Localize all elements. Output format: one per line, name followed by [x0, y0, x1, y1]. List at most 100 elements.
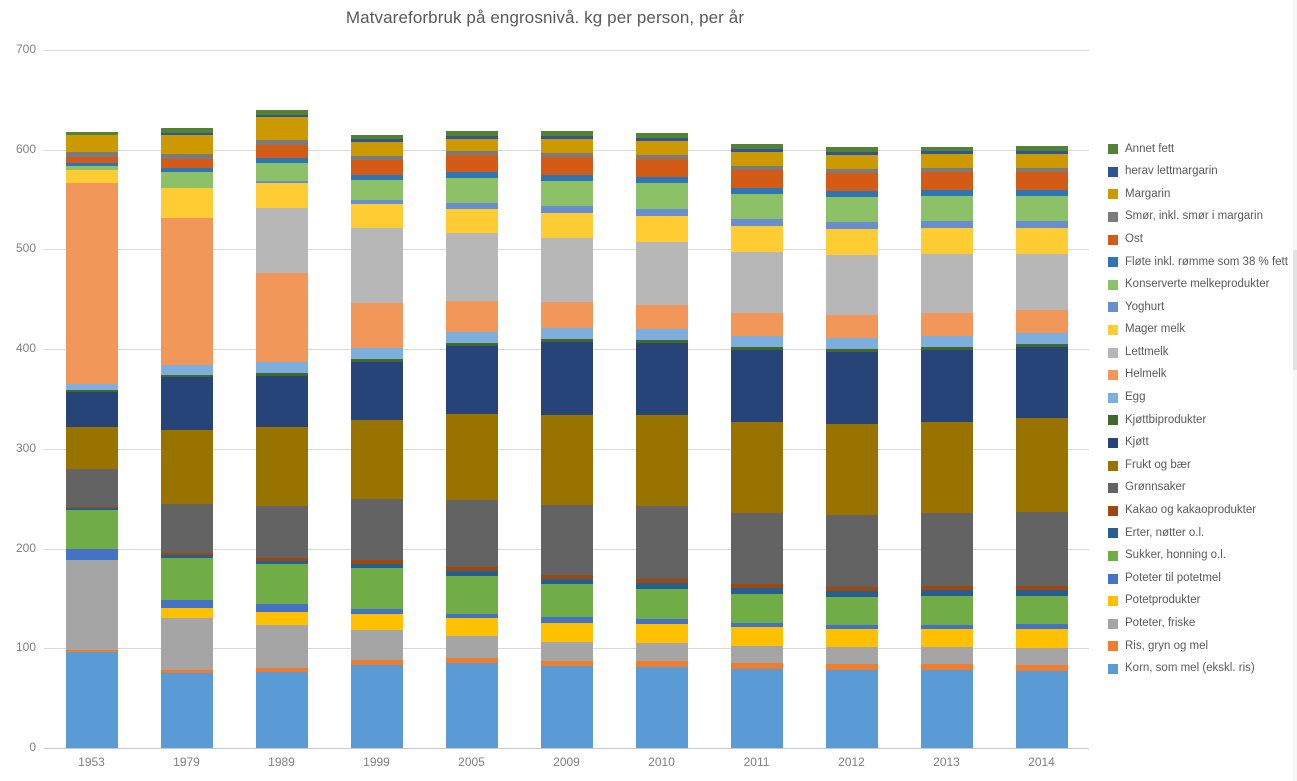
bar-segment[interactable] [920, 422, 973, 513]
bar-segment[interactable] [255, 162, 308, 181]
bar-segment[interactable] [730, 646, 783, 664]
bar-segment[interactable] [255, 207, 308, 274]
stacked-bar[interactable] [1015, 145, 1068, 748]
stacked-bar[interactable] [920, 146, 973, 748]
bar-segment[interactable] [160, 557, 213, 601]
bar-segment[interactable] [445, 346, 498, 415]
bar-segment[interactable] [730, 593, 783, 624]
bar-segment[interactable] [920, 227, 973, 254]
bar-segment[interactable] [65, 182, 118, 385]
bar-segment[interactable] [65, 169, 118, 183]
bar-segment[interactable] [160, 377, 213, 430]
legend-item[interactable]: Mager melk [1108, 319, 1293, 342]
bar-segment[interactable] [350, 348, 403, 360]
bar-segment[interactable] [160, 673, 213, 748]
bar-segment[interactable] [540, 180, 593, 206]
scrollbar-thumb[interactable] [1293, 250, 1297, 370]
bar-segment[interactable] [1015, 629, 1068, 649]
bar-segment[interactable] [540, 302, 593, 329]
bar-segment[interactable] [255, 612, 308, 626]
bar-segment[interactable] [920, 153, 973, 168]
bar-segment[interactable] [1015, 220, 1068, 228]
bar-segment[interactable] [350, 159, 403, 175]
bar-segment[interactable] [730, 169, 783, 188]
bar-segment[interactable] [445, 499, 498, 567]
bar-segment[interactable] [255, 144, 308, 158]
bar-segment[interactable] [825, 172, 878, 191]
bar-segment[interactable] [920, 336, 973, 348]
bar-segment[interactable] [730, 251, 783, 314]
bar-segment[interactable] [160, 171, 213, 188]
bar-segment[interactable] [920, 512, 973, 586]
bar-segment[interactable] [350, 665, 403, 748]
bar-segment[interactable] [540, 156, 593, 175]
bar-segment[interactable] [350, 141, 403, 156]
bar-segment[interactable] [65, 652, 118, 748]
legend-item[interactable]: herav lettmargarin [1108, 161, 1293, 184]
legend-item[interactable]: Yoghurt [1108, 296, 1293, 319]
bar-segment[interactable] [255, 563, 308, 605]
bar-segment[interactable] [1015, 153, 1068, 168]
bar-segment[interactable] [255, 604, 308, 613]
legend-item[interactable]: Sukker, honning o.l. [1108, 545, 1293, 568]
bar-segment[interactable] [540, 623, 593, 643]
legend-item[interactable]: Kakao og kakaoprodukter [1108, 500, 1293, 523]
stacked-bar[interactable] [730, 143, 783, 748]
bar-segment[interactable] [350, 303, 403, 349]
bar-segment[interactable] [65, 392, 118, 427]
bar-segment[interactable] [920, 350, 973, 423]
bar-segment[interactable] [1015, 310, 1068, 334]
bar-segment[interactable] [350, 179, 403, 200]
legend-item[interactable]: Helmelk [1108, 364, 1293, 387]
legend-item[interactable]: Poteter til potetmel [1108, 567, 1293, 590]
bar-segment[interactable] [825, 352, 878, 425]
bar-segment[interactable] [730, 512, 783, 584]
bar-segment[interactable] [730, 151, 783, 166]
bar-segment[interactable] [1015, 333, 1068, 345]
bar-segment[interactable] [255, 182, 308, 208]
bar-segment[interactable] [65, 548, 118, 560]
bar-segment[interactable] [540, 583, 593, 618]
bar-segment[interactable] [350, 614, 403, 631]
bar-segment[interactable] [255, 362, 308, 374]
bar-segment[interactable] [65, 509, 118, 549]
bar-segment[interactable] [445, 414, 498, 500]
bar-segment[interactable] [65, 134, 118, 152]
bar-segment[interactable] [635, 182, 688, 209]
bar-segment[interactable] [1015, 648, 1068, 666]
bar-segment[interactable] [540, 205, 593, 213]
bar-segment[interactable] [635, 305, 688, 330]
bar-segment[interactable] [1015, 671, 1068, 748]
bar-segment[interactable] [255, 273, 308, 363]
legend-item[interactable]: Poteter, friske [1108, 612, 1293, 635]
bar-segment[interactable] [65, 468, 118, 507]
bar-segment[interactable] [825, 254, 878, 316]
legend-item[interactable]: Grønnsaker [1108, 477, 1293, 500]
bar-segment[interactable] [825, 315, 878, 339]
bar-segment[interactable] [730, 627, 783, 647]
bar-segment[interactable] [730, 422, 783, 513]
bar-segment[interactable] [635, 624, 688, 644]
bar-segment[interactable] [825, 647, 878, 665]
bar-segment[interactable] [825, 514, 878, 587]
bar-segment[interactable] [920, 253, 973, 314]
legend-item[interactable]: Erter, nøtter o.l. [1108, 522, 1293, 545]
bar-segment[interactable] [635, 215, 688, 242]
bar-segment[interactable] [635, 505, 688, 579]
bar-segment[interactable] [540, 666, 593, 748]
legend-item[interactable]: Smør, inkl. smør i margarin [1108, 206, 1293, 229]
bar-segment[interactable] [445, 636, 498, 659]
bar-segment[interactable] [160, 217, 213, 366]
bar-segment[interactable] [635, 329, 688, 341]
bar-segment[interactable] [825, 154, 878, 169]
bar-segment[interactable] [825, 424, 878, 515]
legend-item[interactable]: Frukt og bær [1108, 454, 1293, 477]
stacked-bar[interactable] [825, 146, 878, 748]
legend-item[interactable]: Lettmelk [1108, 341, 1293, 364]
bar-segment[interactable] [730, 193, 783, 219]
bar-segment[interactable] [730, 225, 783, 252]
bar-segment[interactable] [1015, 227, 1068, 254]
bar-segment[interactable] [1015, 195, 1068, 221]
bar-segment[interactable] [445, 154, 498, 172]
bar-segment[interactable] [350, 420, 403, 499]
